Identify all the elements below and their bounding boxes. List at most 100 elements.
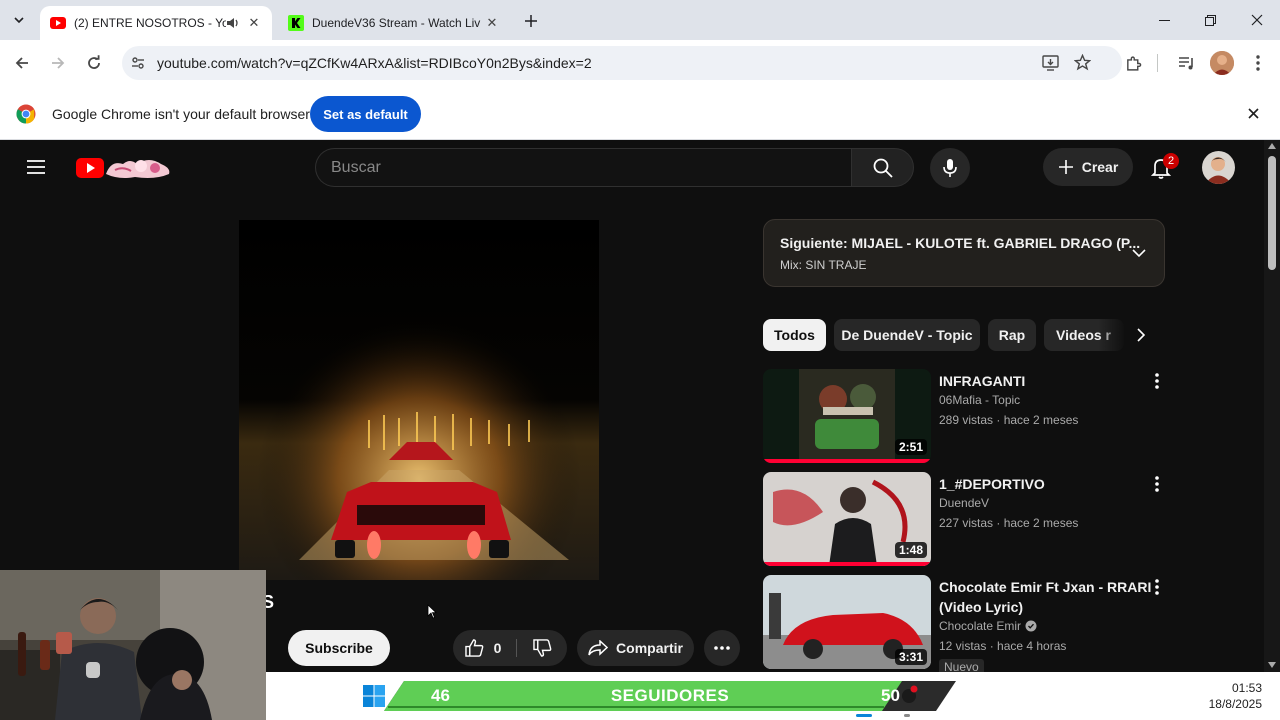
clock-date: 18/8/2025 bbox=[1208, 697, 1262, 711]
more-vertical-icon[interactable] bbox=[1155, 476, 1159, 492]
channel-name[interactable]: 06Mafia - Topic bbox=[939, 390, 1020, 410]
chip-fade bbox=[1098, 319, 1126, 351]
chevron-right-icon bbox=[1137, 328, 1145, 342]
windows-logo-icon bbox=[363, 685, 385, 707]
search-input[interactable] bbox=[331, 149, 831, 186]
more-vertical-icon[interactable] bbox=[1155, 373, 1159, 389]
kick-favicon-icon bbox=[288, 15, 304, 31]
infobar-message: Google Chrome isn't your default browser bbox=[52, 106, 310, 122]
restore-button[interactable] bbox=[1187, 0, 1233, 40]
share-button[interactable]: Compartir bbox=[577, 630, 694, 666]
chevron-down-icon[interactable] bbox=[1132, 248, 1146, 258]
minimize-icon bbox=[1158, 19, 1170, 21]
video-player[interactable] bbox=[239, 220, 599, 580]
tab-search-button[interactable] bbox=[8, 9, 30, 31]
extensions-button[interactable] bbox=[1117, 47, 1149, 79]
guide-menu-button[interactable] bbox=[24, 155, 48, 179]
close-window-button[interactable] bbox=[1234, 0, 1280, 40]
chip-rap[interactable]: Rap bbox=[988, 319, 1036, 351]
toolbar-divider bbox=[1157, 54, 1158, 72]
video-thumbnail[interactable]: 1:48 bbox=[763, 472, 931, 566]
recommendation-item[interactable]: 1:48 1_#DEPORTIVO DuendeV 227 vistas · h… bbox=[763, 472, 1183, 566]
taskbar-open-indicator bbox=[904, 714, 910, 717]
channel-name[interactable]: Chocolate Emir bbox=[939, 616, 1021, 636]
video-title[interactable]: 1_#DEPORTIVO bbox=[939, 474, 1159, 494]
default-browser-infobar: Google Chrome isn't your default browser… bbox=[0, 86, 1280, 140]
create-button[interactable]: Crear bbox=[1043, 148, 1133, 186]
minimize-button[interactable] bbox=[1141, 0, 1187, 40]
close-icon[interactable]: ✕ bbox=[246, 15, 262, 31]
reload-button[interactable] bbox=[78, 47, 110, 79]
follower-goal-bar: 46 SEGUIDORES 50 bbox=[384, 681, 956, 711]
scroll-up-icon[interactable] bbox=[1268, 143, 1276, 149]
system-clock[interactable]: 01:53 18/8/2025 bbox=[1209, 680, 1262, 712]
url-text[interactable]: youtube.com/watch?v=qZCfKw4ARxA&list=RDI… bbox=[157, 55, 592, 71]
plus-icon bbox=[525, 15, 537, 27]
install-app-icon[interactable] bbox=[1042, 55, 1059, 71]
channel-name-row[interactable]: Chocolate Emir bbox=[939, 616, 1037, 636]
clock-time: 01:53 bbox=[1231, 681, 1262, 695]
video-frame-car-night bbox=[239, 220, 599, 580]
tab-title: DuendeV36 Stream - Watch Liv bbox=[312, 16, 481, 30]
account-avatar[interactable] bbox=[1202, 151, 1235, 184]
bookmark-star-icon[interactable] bbox=[1074, 54, 1091, 71]
puzzle-icon bbox=[1126, 55, 1141, 71]
like-count: 0 bbox=[493, 640, 502, 656]
scroll-down-icon[interactable] bbox=[1268, 662, 1276, 668]
search-icon bbox=[873, 158, 893, 178]
site-settings-icon[interactable] bbox=[130, 55, 146, 71]
more-actions-button[interactable] bbox=[704, 630, 740, 666]
video-duration: 1:48 bbox=[894, 542, 927, 558]
set-default-button[interactable]: Set as default bbox=[310, 96, 421, 132]
infobar-close-button[interactable] bbox=[1244, 104, 1262, 122]
webcam-feed-two-people bbox=[0, 570, 266, 720]
close-icon[interactable]: ✕ bbox=[484, 15, 500, 31]
taskbar-active-indicator bbox=[856, 714, 872, 717]
chip-todos[interactable]: Todos bbox=[763, 319, 826, 351]
like-button[interactable]: 0 bbox=[453, 630, 513, 666]
hamburger-menu-icon bbox=[27, 160, 45, 174]
chrome-menu-button[interactable] bbox=[1242, 47, 1274, 79]
profile-avatar[interactable] bbox=[1210, 51, 1234, 75]
page-scrollbar[interactable] bbox=[1264, 140, 1280, 672]
video-thumbnail[interactable]: 3:31 bbox=[763, 575, 931, 669]
youtube-doodle-logo-icon bbox=[76, 158, 170, 178]
youtube-favicon-icon bbox=[50, 17, 66, 29]
youtube-logo-link[interactable] bbox=[75, 152, 175, 182]
share-label: Compartir bbox=[616, 640, 683, 656]
video-title[interactable]: Chocolate Emir Ft Jxan - RRARI (Video Ly… bbox=[939, 577, 1159, 617]
search-button[interactable] bbox=[851, 148, 914, 187]
search-box bbox=[315, 148, 851, 187]
close-icon bbox=[1251, 14, 1263, 26]
subscribe-button[interactable]: Subscribe bbox=[288, 630, 390, 666]
tab-kick[interactable]: DuendeV36 Stream - Watch Liv ✕ bbox=[278, 6, 510, 40]
recommendation-item[interactable]: 3:31 Chocolate Emir Ft Jxan - RRARI (Vid… bbox=[763, 575, 1183, 672]
microphone-icon bbox=[943, 159, 957, 177]
video-thumbnail[interactable]: 2:51 bbox=[763, 369, 931, 463]
tab-youtube[interactable]: (2) ENTRE NOSOTROS - You ✕ bbox=[40, 6, 272, 40]
avatar-icon bbox=[1202, 151, 1235, 184]
speaker-icon[interactable] bbox=[226, 17, 240, 29]
up-next-card[interactable]: Siguiente: MIJAEL - KULOTE ft. GABRIEL D… bbox=[763, 219, 1165, 287]
media-control-button[interactable] bbox=[1170, 47, 1202, 79]
webcam-overlay bbox=[0, 570, 266, 720]
new-tab-button[interactable] bbox=[520, 10, 542, 32]
more-vertical-icon bbox=[1256, 55, 1260, 71]
mouse-cursor-icon bbox=[427, 604, 437, 619]
plus-icon bbox=[1058, 160, 1073, 174]
more-vertical-icon[interactable] bbox=[1155, 579, 1159, 595]
close-icon bbox=[1247, 107, 1259, 119]
chip-de-duendev-topic[interactable]: De DuendeV - Topic bbox=[834, 319, 980, 351]
back-button[interactable] bbox=[6, 47, 38, 79]
start-button[interactable] bbox=[362, 684, 386, 708]
forward-button[interactable] bbox=[42, 47, 74, 79]
address-bar[interactable]: youtube.com/watch?v=qZCfKw4ARxA&list=RDI… bbox=[122, 46, 1122, 80]
scrollbar-thumb[interactable] bbox=[1268, 156, 1276, 270]
create-label: Crear bbox=[1081, 159, 1119, 175]
video-title[interactable]: INFRAGANTI bbox=[939, 371, 1159, 391]
chips-next-button[interactable] bbox=[1126, 319, 1156, 351]
voice-search-button[interactable] bbox=[930, 148, 970, 188]
dislike-button[interactable] bbox=[517, 630, 567, 666]
channel-name[interactable]: DuendeV bbox=[939, 493, 989, 513]
recommendation-item[interactable]: 2:51 INFRAGANTI 06Mafia - Topic 289 vist… bbox=[763, 369, 1183, 463]
